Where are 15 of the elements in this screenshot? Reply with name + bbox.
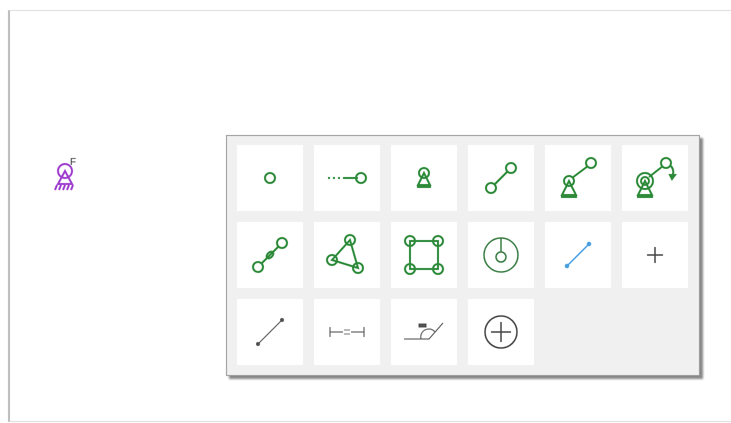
tool-button[interactable] bbox=[314, 145, 380, 211]
tool-button[interactable] bbox=[622, 145, 688, 211]
tool-button[interactable] bbox=[545, 145, 611, 211]
slider-joint-icon bbox=[327, 172, 367, 184]
tool-button[interactable] bbox=[391, 145, 457, 211]
joint-label: F bbox=[70, 158, 76, 168]
tool-button[interactable] bbox=[468, 145, 534, 211]
tool-button[interactable] bbox=[237, 222, 303, 288]
joint-icon bbox=[264, 172, 276, 184]
dimension-icon bbox=[329, 326, 365, 338]
tool-button[interactable] bbox=[314, 222, 380, 288]
tool-button[interactable] bbox=[391, 222, 457, 288]
tool-button[interactable] bbox=[391, 299, 457, 365]
tool-button[interactable] bbox=[468, 299, 534, 365]
tool-button[interactable] bbox=[468, 222, 534, 288]
